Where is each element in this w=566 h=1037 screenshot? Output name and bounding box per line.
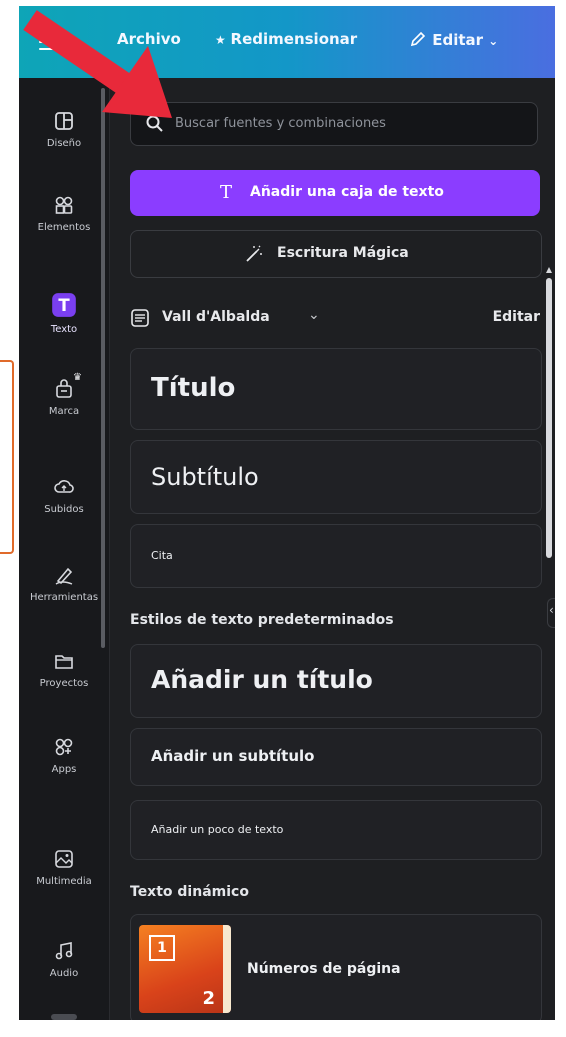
rail-item-media[interactable]: Multimedia — [19, 848, 109, 887]
rail-item-apps[interactable]: Apps — [19, 736, 109, 775]
rail-item-design[interactable]: Diseño — [19, 110, 109, 149]
page-numbers-label: Números de página — [247, 961, 401, 977]
search-placeholder: Buscar fuentes y combinaciones — [175, 116, 386, 131]
rail-label-elements: Elementos — [37, 222, 91, 233]
edit-menu[interactable]: Editar ⌄ — [409, 30, 498, 49]
text-t-icon: T — [220, 182, 233, 203]
layout-icon — [55, 112, 73, 130]
magic-write-button[interactable]: Escritura Mágica — [130, 230, 542, 278]
highlight-outline — [0, 360, 14, 554]
hamburger-menu-icon[interactable] — [39, 34, 61, 50]
rail-more-item[interactable] — [51, 1014, 77, 1020]
brand-quote-style[interactable]: Cita — [130, 524, 542, 588]
font-search-input[interactable]: Buscar fuentes y combinaciones — [130, 102, 538, 146]
dynamic-text-heading: Texto dinámico — [130, 884, 249, 900]
brand-title-style[interactable]: Título — [130, 348, 542, 430]
brand-kit-icon — [131, 309, 149, 327]
upload-cloud-icon — [54, 480, 74, 493]
rail-label-projects: Proyectos — [39, 678, 89, 689]
brand-subtitle-style[interactable]: Subtítulo — [130, 440, 542, 514]
rail-label-brand: Marca — [48, 406, 80, 417]
brand-kit-row: Vall d'Albalda ⌄ Editar — [130, 304, 540, 332]
editor-window: Archivo ★ Redimensionar Editar ⌄ Diseño … — [19, 6, 555, 1020]
side-rail: Diseño Elementos T Texto ♛ Marca Subidos… — [19, 78, 110, 1020]
page-numbers-thumbnail: 1 2 — [139, 925, 231, 1013]
rail-item-audio[interactable]: Audio — [19, 940, 109, 979]
add-heading-text: Añadir un título — [151, 665, 373, 694]
add-subheading-button[interactable]: Añadir un subtítulo — [130, 728, 542, 786]
add-body-text: Añadir un poco de texto — [151, 823, 284, 836]
edit-label: Editar — [432, 31, 484, 49]
default-styles-heading: Estilos de texto predeterminados — [130, 612, 394, 628]
rail-label-media: Multimedia — [36, 876, 92, 887]
text-panel: Buscar fuentes y combinaciones T Añadir … — [110, 78, 555, 1020]
brand-icon — [56, 379, 72, 398]
add-text-box-label: Añadir una caja de texto — [250, 184, 444, 200]
shapes-icon — [55, 196, 73, 214]
rail-item-projects[interactable]: Proyectos — [19, 650, 109, 689]
text-icon: T — [52, 293, 76, 317]
chevron-down-icon: ⌄ — [488, 34, 499, 48]
file-menu[interactable]: Archivo — [117, 30, 181, 48]
thumbnail-number-one: 1 — [149, 935, 175, 961]
add-subheading-text: Añadir un subtítulo — [151, 747, 315, 765]
folder-icon — [55, 655, 73, 669]
rail-item-elements[interactable]: Elementos — [19, 194, 109, 233]
rail-item-uploads[interactable]: Subidos — [19, 476, 109, 515]
add-body-text-button[interactable]: Añadir un poco de texto — [130, 800, 542, 860]
thumbnail-strip — [223, 925, 231, 1013]
thumbnail-number-two: 2 — [202, 988, 215, 1009]
magic-wand-icon — [246, 245, 262, 262]
rail-item-text[interactable]: T Texto — [19, 292, 109, 335]
brand-kit-edit-link[interactable]: Editar — [493, 309, 540, 325]
svg-text:T: T — [58, 296, 70, 315]
collapse-panel-handle[interactable]: ‹ — [547, 598, 555, 628]
rail-label-audio: Audio — [49, 968, 79, 979]
add-heading-button[interactable]: Añadir un título — [130, 644, 542, 718]
top-bar: Archivo ★ Redimensionar Editar ⌄ — [19, 6, 555, 78]
rail-label-text: Texto — [50, 324, 78, 335]
rail-label-tools: Herramientas — [29, 592, 99, 603]
rail-item-brand[interactable]: ♛ Marca — [19, 372, 109, 417]
media-icon — [55, 850, 73, 868]
chevron-down-icon[interactable]: ⌄ — [308, 307, 320, 323]
brand-kit-selector[interactable]: Vall d'Albalda — [162, 309, 270, 325]
rail-label-apps: Apps — [51, 764, 77, 775]
crown-icon: ★ — [215, 33, 226, 47]
draw-icon — [55, 567, 73, 585]
audio-icon — [55, 942, 73, 960]
add-text-box-button[interactable]: T Añadir una caja de texto — [130, 170, 540, 216]
panel-scrollbar[interactable] — [546, 278, 552, 558]
rail-label-design: Diseño — [46, 138, 82, 149]
magic-write-label: Escritura Mágica — [277, 245, 409, 261]
page-numbers-item[interactable]: 1 2 Números de página — [130, 914, 542, 1020]
rail-label-uploads: Subidos — [44, 504, 84, 515]
pencil-icon — [410, 31, 426, 47]
scroll-up-arrow-icon[interactable] — [546, 266, 552, 274]
resize-button[interactable]: ★ Redimensionar — [215, 30, 357, 48]
resize-label: Redimensionar — [230, 30, 358, 48]
brand-quote-text: Cita — [151, 549, 173, 562]
chevron-left-icon: ‹ — [549, 603, 554, 617]
brand-title-text: Título — [151, 373, 236, 403]
search-icon — [146, 115, 163, 132]
rail-item-tools[interactable]: Herramientas — [19, 564, 109, 603]
brand-subtitle-text: Subtítulo — [151, 463, 259, 491]
crown-badge-icon: ♛ — [73, 372, 82, 383]
apps-icon — [55, 738, 73, 756]
